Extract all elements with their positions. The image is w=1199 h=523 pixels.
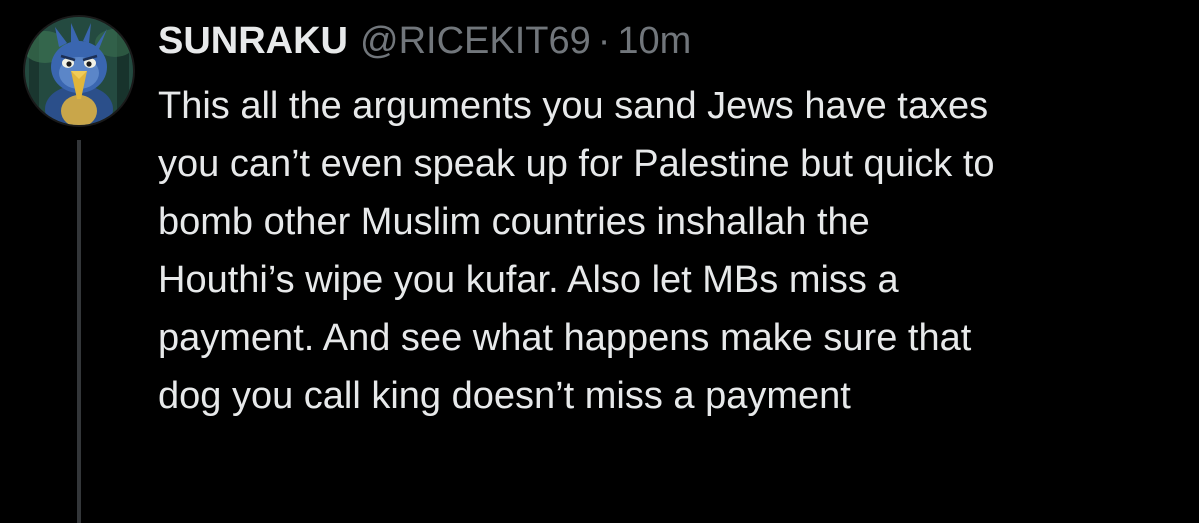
post-header: SUNRAKU @RICEKIT69 · 10m — [158, 16, 691, 66]
author-handle[interactable]: @RICEKIT69 — [360, 16, 591, 66]
header-separator: · — [597, 20, 611, 62]
post-text-line: Houthi’s wipe you kufar. Also let MBs mi… — [158, 259, 899, 301]
avatar[interactable] — [25, 17, 133, 125]
post-timestamp[interactable]: 10m — [617, 16, 691, 66]
post-text-line: you can’t even speak up for Palestine bu… — [158, 143, 995, 185]
thread-connector-line — [77, 140, 81, 523]
post-text-line: bomb other Muslim countries inshallah th… — [158, 201, 870, 243]
author-display-name[interactable]: SUNRAKU — [158, 16, 348, 66]
post-text-line: dog you call king doesn’t miss a payment — [158, 375, 851, 417]
post-text: This all the arguments you sand Jews hav… — [158, 77, 1193, 425]
post[interactable]: SUNRAKU @RICEKIT69 · 10m This all the ar… — [0, 0, 1199, 523]
post-text-line: payment. And see what happens make sure … — [158, 317, 972, 359]
blue-bird-character-icon — [25, 17, 133, 125]
post-text-line: This all the arguments you sand Jews hav… — [158, 85, 989, 127]
